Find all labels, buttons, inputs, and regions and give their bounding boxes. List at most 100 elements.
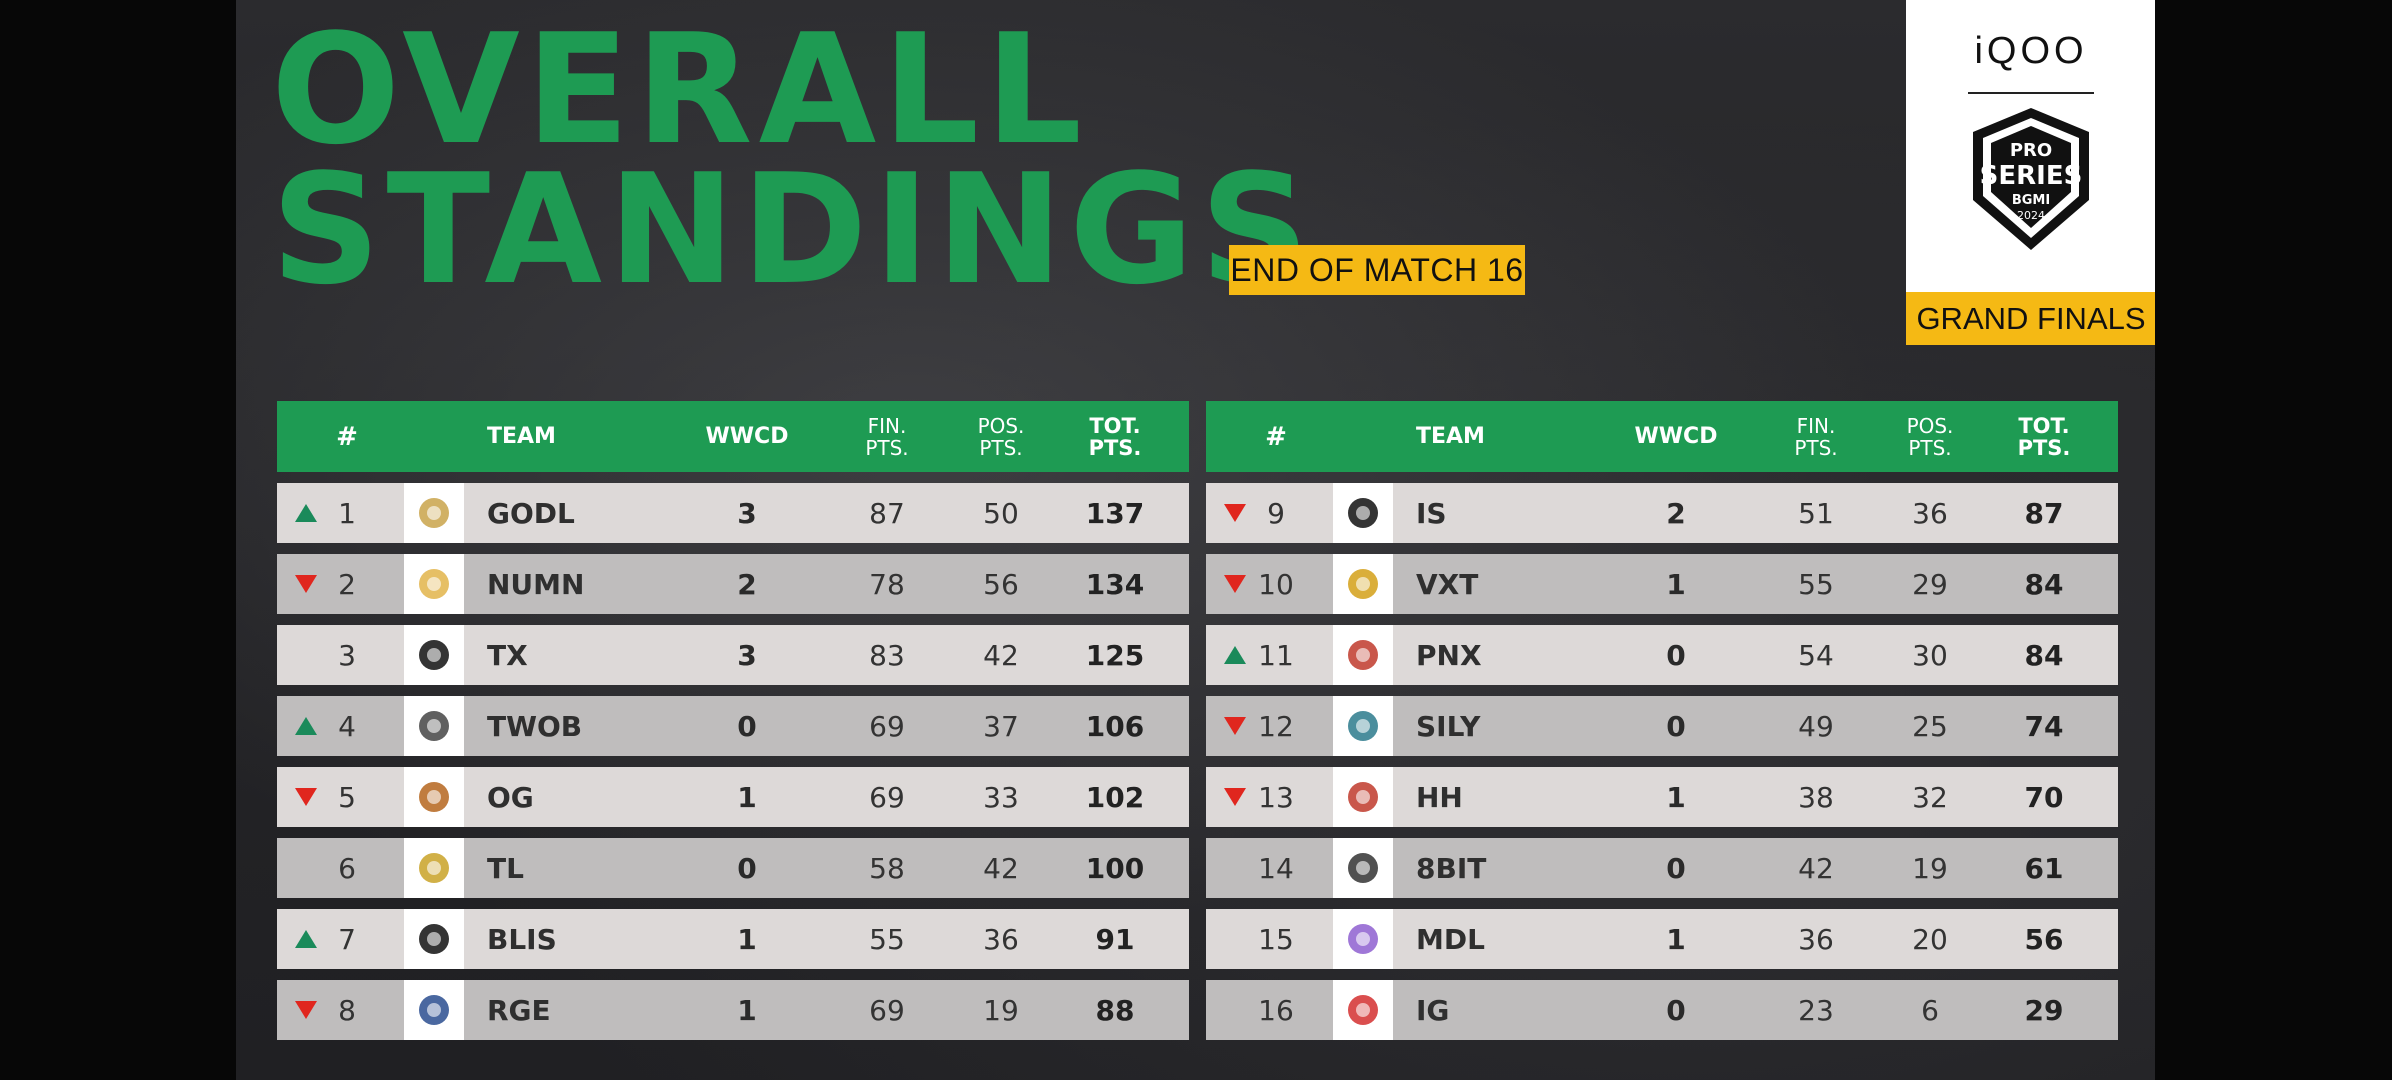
team-fin-pts: 69 — [869, 780, 905, 814]
team-pos-pts: 36 — [983, 922, 1019, 956]
standings-table-right: # TEAM WWCD FIN. PTS. POS. PTS. TOT. PTS. 9… — [1206, 401, 2118, 1040]
team-pos-pts: 6 — [1921, 993, 1939, 1027]
team-wwcd: 0 — [1666, 851, 1686, 885]
col-wwcd: WWCD — [1634, 424, 1718, 449]
table-row: 5 OG 1 69 33 102 — [277, 767, 1189, 827]
team-tot-pts: 84 — [2024, 567, 2064, 601]
team-name: TL — [487, 851, 524, 885]
team-pos-pts: 50 — [983, 496, 1019, 530]
pnx-logo-icon — [1333, 625, 1393, 685]
hh-logo-icon — [1333, 767, 1393, 827]
team-fin-pts: 51 — [1798, 496, 1834, 530]
crest-text-year: 2024 — [2017, 209, 2045, 222]
team-fin-pts: 78 — [869, 567, 905, 601]
team-name: IS — [1416, 496, 1447, 530]
team-rank: 4 — [338, 709, 356, 743]
team-rank: 2 — [338, 567, 356, 601]
team-tot-pts: 134 — [1085, 567, 1145, 601]
team-pos-pts: 42 — [983, 638, 1019, 672]
blis-logo-icon — [404, 909, 464, 969]
team-name: VXT — [1416, 567, 1479, 601]
team-name: NUMN — [487, 567, 585, 601]
team-name: IG — [1416, 993, 1450, 1027]
standings-board: OVERALL STANDINGS END OF MATCH 16 iQOO P… — [236, 0, 2155, 1080]
ig-logo-icon — [1333, 980, 1393, 1040]
team-pos-pts: 30 — [1912, 638, 1948, 672]
team-pos-pts: 32 — [1912, 780, 1948, 814]
team-name: RGE — [487, 993, 551, 1027]
page-title: OVERALL STANDINGS — [271, 1, 1315, 306]
team-tot-pts: 106 — [1085, 709, 1145, 743]
vxt-logo-icon — [1333, 554, 1393, 614]
team-wwcd: 0 — [1666, 709, 1686, 743]
team-fin-pts: 54 — [1798, 638, 1834, 672]
team-fin-pts: 36 — [1798, 922, 1834, 956]
team-rank: 6 — [338, 851, 356, 885]
team-wwcd: 0 — [1666, 638, 1686, 672]
team-pos-pts: 37 — [983, 709, 1019, 743]
team-fin-pts: 87 — [869, 496, 905, 530]
team-tot-pts: 74 — [2024, 709, 2064, 743]
8bit-logo-icon — [1333, 838, 1393, 898]
crest-text-bgmi: BGMI — [2012, 193, 2050, 208]
team-wwcd: 1 — [737, 780, 757, 814]
team-rank: 16 — [1258, 993, 1294, 1027]
team-pos-pts: 19 — [983, 993, 1019, 1027]
table-row: 14 8BIT 0 42 19 61 — [1206, 838, 2118, 898]
tx-logo-icon — [404, 625, 464, 685]
table-row: 8 RGE 1 69 19 88 — [277, 980, 1189, 1040]
col-tot-pts: TOT. PTS. — [2017, 413, 2071, 460]
team-rank: 14 — [1258, 851, 1294, 885]
team-wwcd: 0 — [737, 851, 757, 885]
og-logo-icon — [404, 767, 464, 827]
crest-text-pro: PRO — [2010, 140, 2052, 161]
team-fin-pts: 83 — [869, 638, 905, 672]
team-rank: 11 — [1258, 638, 1294, 672]
col-tot-pts: TOT. PTS. — [1088, 413, 1142, 460]
team-wwcd: 2 — [1666, 496, 1686, 530]
sily-logo-icon — [1333, 696, 1393, 756]
team-pos-pts: 25 — [1912, 709, 1948, 743]
team-tot-pts: 56 — [2024, 922, 2064, 956]
standings-table-left: # TEAM WWCD FIN. PTS. POS. PTS. TOT. PTS. 1… — [277, 401, 1189, 1040]
table-row: 13 HH 1 38 32 70 — [1206, 767, 2118, 827]
team-wwcd: 2 — [737, 567, 757, 601]
team-name: HH — [1416, 780, 1463, 814]
team-fin-pts: 23 — [1798, 993, 1834, 1027]
team-name: BLIS — [487, 922, 557, 956]
team-name: MDL — [1416, 922, 1485, 956]
team-pos-pts: 19 — [1912, 851, 1948, 885]
logo-divider — [1968, 92, 2094, 94]
team-rank: 7 — [338, 922, 356, 956]
team-fin-pts: 49 — [1798, 709, 1834, 743]
team-tot-pts: 88 — [1095, 993, 1135, 1027]
team-fin-pts: 42 — [1798, 851, 1834, 885]
godl-logo-icon — [404, 483, 464, 543]
team-fin-pts: 55 — [1798, 567, 1834, 601]
tl-logo-icon — [404, 838, 464, 898]
team-tot-pts: 125 — [1085, 638, 1145, 672]
team-tot-pts: 137 — [1085, 496, 1145, 530]
team-rank: 8 — [338, 993, 356, 1027]
team-rank: 5 — [338, 780, 356, 814]
title-line-1: OVERALL — [271, 1, 1088, 178]
table-row: 10 VXT 1 55 29 84 — [1206, 554, 2118, 614]
table-row: 16 IG 0 23 6 29 — [1206, 980, 2118, 1040]
numn-logo-icon — [404, 554, 464, 614]
col-rank: # — [1265, 421, 1287, 452]
table-row: 3 TX 3 83 42 125 — [277, 625, 1189, 685]
team-rank: 1 — [338, 496, 356, 530]
team-wwcd: 3 — [737, 638, 757, 672]
table-row: 7 BLIS 1 55 36 91 — [277, 909, 1189, 969]
team-pos-pts: 42 — [983, 851, 1019, 885]
col-rank: # — [336, 421, 358, 452]
table-header: # TEAM WWCD FIN. PTS. POS. PTS. TOT. PTS. — [277, 401, 1189, 472]
team-pos-pts: 56 — [983, 567, 1019, 601]
team-fin-pts: 69 — [869, 709, 905, 743]
is-logo-icon — [1333, 483, 1393, 543]
col-pos-pts: POS. PTS. — [1906, 413, 1954, 460]
pro-series-crest-icon: PRO SERIES BGMI 2024 — [1973, 108, 2089, 250]
col-fin-pts: FIN. PTS. — [865, 413, 909, 460]
team-wwcd: 1 — [1666, 567, 1686, 601]
stage-label: GRAND FINALS — [1906, 292, 2155, 345]
